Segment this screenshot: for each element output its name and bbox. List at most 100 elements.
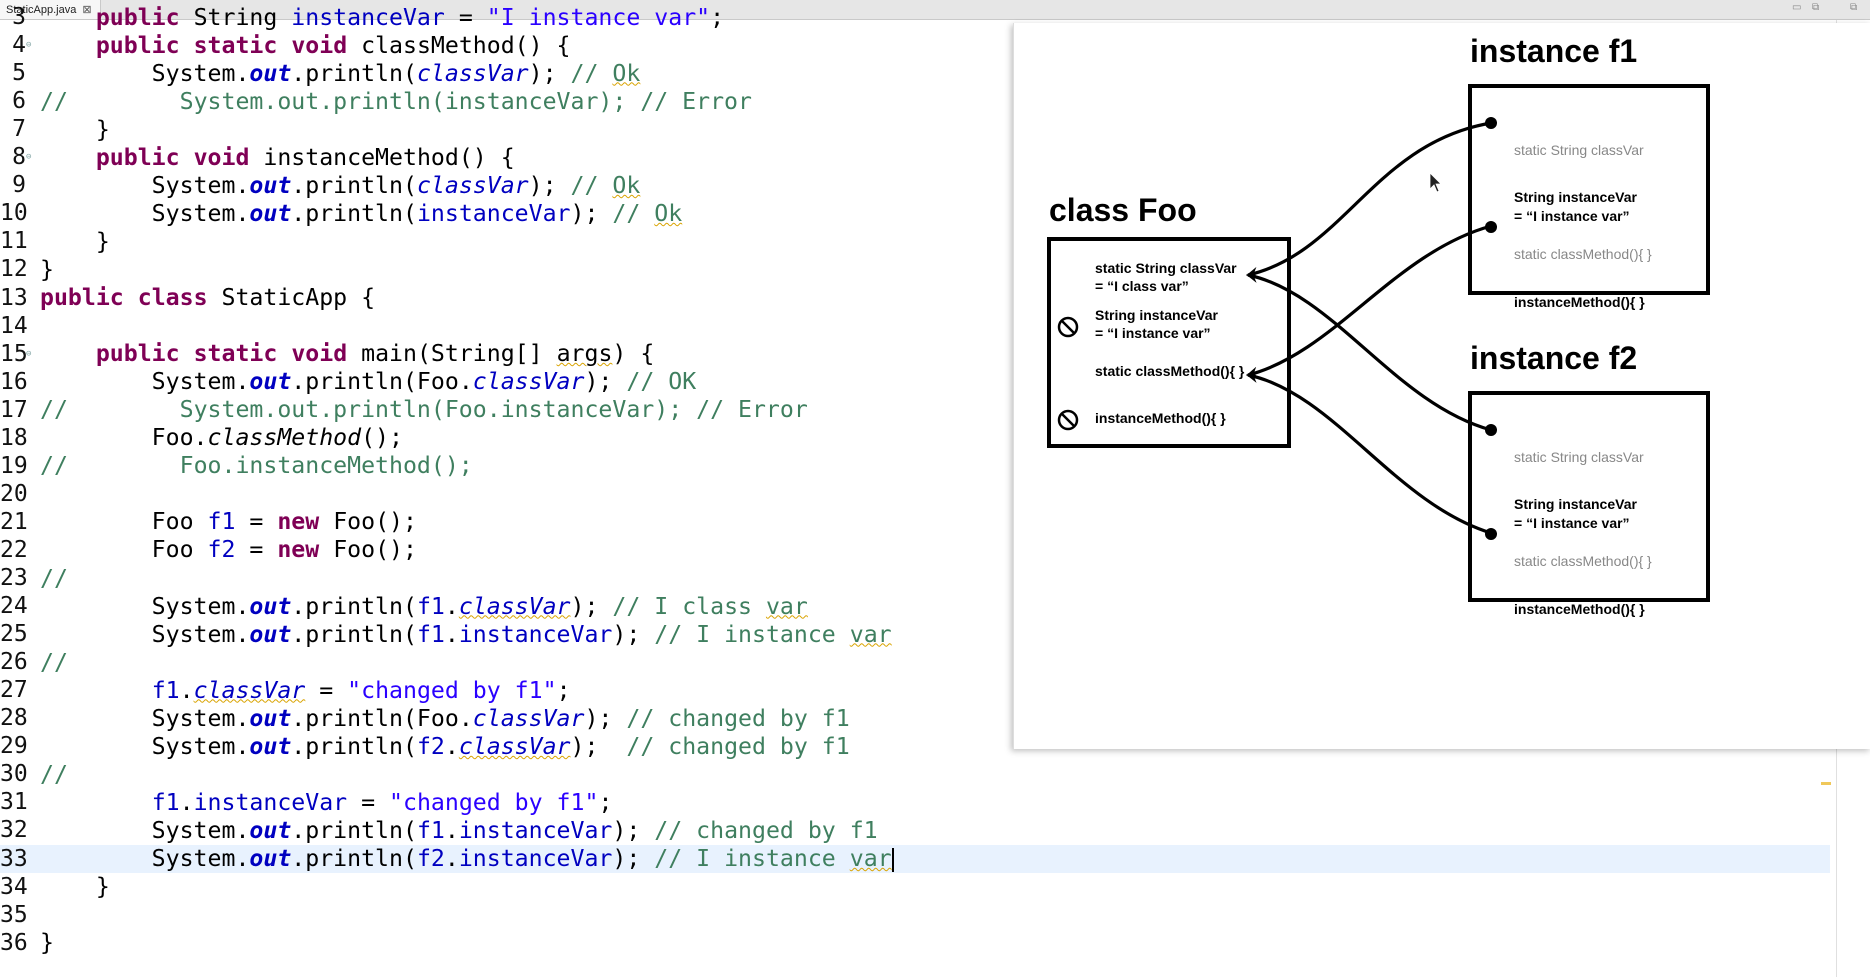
code-line-30[interactable]: 30 // bbox=[0, 760, 1830, 788]
code-text[interactable]: System.out.println(Foo.classVar); // OK bbox=[40, 368, 697, 396]
code-token: ); bbox=[612, 845, 655, 872]
fold-toggle-icon[interactable]: ⊖ bbox=[26, 152, 40, 162]
code-token: . bbox=[179, 676, 194, 704]
code-token: "I instance var" bbox=[486, 3, 711, 31]
code-text[interactable]: System.out.println(f2.instanceVar); // I… bbox=[40, 845, 894, 872]
line-number: 31 bbox=[0, 789, 28, 816]
code-text[interactable]: System.out.println(Foo.classVar); // cha… bbox=[40, 705, 850, 732]
code-text[interactable]: // System.out.println(instanceVar); // E… bbox=[40, 88, 752, 115]
code-text[interactable]: System.out.println(classVar); // Ok bbox=[40, 59, 641, 87]
code-text[interactable]: // bbox=[40, 761, 68, 788]
code-token: static bbox=[193, 31, 278, 59]
code-line-35[interactable]: 35 bbox=[0, 901, 1830, 929]
code-token: .println( bbox=[291, 732, 417, 760]
code-text[interactable]: } bbox=[40, 929, 54, 956]
code-text[interactable]: public void instanceMethod() { bbox=[40, 144, 515, 171]
code-token: // bbox=[40, 648, 68, 676]
code-text[interactable]: // bbox=[40, 649, 68, 676]
prohibited-icon-slash bbox=[1061, 413, 1075, 427]
code-token: } bbox=[40, 255, 54, 283]
prohibited-icon-slash bbox=[1061, 320, 1075, 334]
code-token: Foo(); bbox=[319, 536, 417, 564]
line-number: 35 bbox=[0, 901, 28, 928]
code-token: out bbox=[249, 368, 292, 396]
code-line-34[interactable]: 34 } bbox=[0, 873, 1830, 901]
code-token: classVar bbox=[472, 368, 585, 396]
code-token: ); bbox=[612, 816, 655, 844]
instance-member: static String classVar bbox=[1514, 449, 1644, 465]
instance-member: instanceMethod(){ } bbox=[1514, 294, 1645, 310]
code-text[interactable]: f1.instanceVar = "changed by f1"; bbox=[40, 788, 613, 816]
code-token: String bbox=[179, 3, 292, 31]
code-line-32[interactable]: 32 System.out.println(f1.instanceVar); /… bbox=[0, 816, 1830, 844]
code-text[interactable]: } bbox=[40, 116, 110, 143]
code-token: out bbox=[249, 59, 292, 87]
code-token: main(String[] bbox=[347, 340, 557, 368]
overview-ruler-marker[interactable] bbox=[1821, 782, 1831, 785]
code-text[interactable]: f1.classVar = "changed by f1"; bbox=[40, 677, 571, 704]
instance-member: String instanceVar bbox=[1514, 189, 1637, 205]
code-text[interactable]: System.out.println(f1.instanceVar); // I… bbox=[40, 621, 892, 648]
code-token: StaticApp { bbox=[207, 284, 376, 311]
line-number: 36 bbox=[0, 929, 28, 956]
code-token: classVar bbox=[193, 676, 306, 704]
fold-toggle-icon[interactable]: ⊖ bbox=[26, 40, 40, 50]
code-text[interactable]: Foo f1 = new Foo(); bbox=[40, 508, 417, 535]
code-text[interactable]: public String instanceVar = "I instance … bbox=[40, 4, 724, 31]
code-token: = bbox=[235, 536, 278, 564]
code-line-33[interactable]: 33 System.out.println(f2.instanceVar); /… bbox=[0, 844, 1830, 873]
code-line-36[interactable]: 36} bbox=[0, 929, 1830, 957]
code-token: // bbox=[570, 171, 613, 199]
link-dot bbox=[1485, 528, 1497, 540]
code-token: new bbox=[277, 508, 320, 536]
code-token: ; bbox=[598, 788, 613, 816]
code-text[interactable]: } bbox=[40, 873, 110, 900]
code-token: } bbox=[40, 873, 110, 901]
code-line-31[interactable]: 31 f1.instanceVar = "changed by f1"; bbox=[0, 788, 1830, 816]
code-text[interactable]: System.out.println(f1.classVar); // I cl… bbox=[40, 593, 808, 620]
code-text[interactable]: System.out.println(f1.instanceVar); // c… bbox=[40, 817, 878, 844]
code-token: System. bbox=[40, 704, 250, 732]
code-token: out bbox=[249, 845, 292, 872]
code-text[interactable]: public static void main(String[] args) { bbox=[40, 340, 654, 367]
code-text[interactable]: } bbox=[40, 228, 110, 255]
code-token: .println( bbox=[291, 620, 417, 648]
code-token: . bbox=[444, 732, 459, 760]
restore-icon[interactable]: ⧉ bbox=[1850, 2, 1857, 13]
code-text[interactable]: System.out.println(f2.classVar); // chan… bbox=[40, 733, 850, 760]
code-text[interactable]: System.out.println(classVar); // Ok bbox=[40, 171, 641, 199]
code-text[interactable]: } bbox=[40, 256, 54, 283]
code-token: // changed by f1 bbox=[626, 704, 850, 732]
code-token: .println( bbox=[291, 816, 417, 844]
code-token: f1 bbox=[416, 592, 445, 620]
code-token: System. bbox=[40, 59, 250, 87]
code-token: = bbox=[235, 508, 278, 536]
code-text[interactable]: // Foo.instanceMethod(); bbox=[40, 452, 473, 479]
line-number: 21 bbox=[0, 508, 28, 535]
code-text[interactable]: Foo.classMethod(); bbox=[40, 424, 403, 451]
line-number: 26 bbox=[0, 649, 28, 676]
code-token: Foo bbox=[40, 508, 208, 536]
code-text[interactable]: // bbox=[40, 565, 68, 592]
instance-f2-title: instance f2 bbox=[1470, 340, 1637, 376]
code-text[interactable]: // System.out.println(Foo.instanceVar); … bbox=[40, 396, 808, 423]
code-token: System. bbox=[40, 620, 250, 648]
code-text[interactable]: public static void classMethod() { bbox=[40, 32, 571, 59]
line-number: 20 bbox=[0, 480, 28, 507]
code-text[interactable]: System.out.println(instanceVar); // Ok bbox=[40, 199, 683, 227]
code-text[interactable]: Foo f2 = new Foo(); bbox=[40, 536, 417, 563]
code-token: .println(Foo. bbox=[291, 368, 473, 396]
code-token: classVar bbox=[416, 171, 529, 199]
code-text[interactable]: public class StaticApp { bbox=[40, 284, 375, 311]
code-token: // bbox=[40, 396, 82, 424]
code-token: new bbox=[277, 536, 320, 564]
fold-toggle-icon[interactable]: ⊖ bbox=[26, 349, 40, 359]
static-vs-instance-diagram: class Foo static String classVar = “I clas… bbox=[1047, 33, 1710, 617]
code-token: ); bbox=[528, 59, 571, 87]
code-token: // bbox=[612, 199, 655, 227]
